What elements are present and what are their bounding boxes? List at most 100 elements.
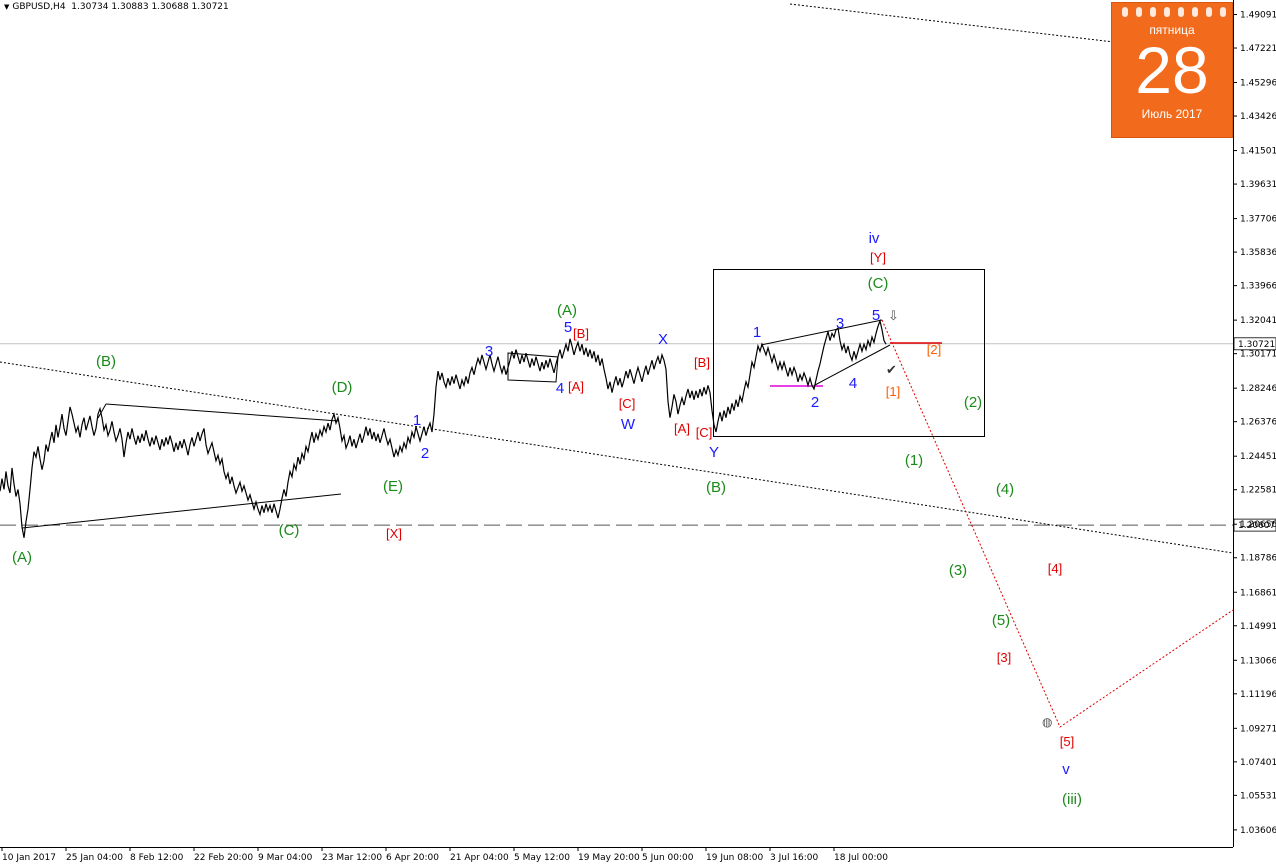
y-tick-label: 1.16861	[1240, 588, 1276, 598]
wave-label: [5]	[1060, 734, 1074, 749]
y-tick-label: 1.07401	[1240, 758, 1276, 768]
y-tick-label: 1.35836	[1240, 248, 1276, 258]
check-icon: ✔	[886, 362, 897, 377]
y-tick-label: 1.33966	[1240, 282, 1276, 292]
y-tick-label: 1.43426	[1240, 112, 1276, 122]
wave-label: [B]	[694, 355, 710, 370]
wave-label: (3)	[949, 562, 967, 579]
wave-label: (C)	[279, 522, 300, 539]
wave-label: (A)	[12, 549, 32, 566]
wave-label: 4	[849, 375, 857, 392]
x-tick-label: 19 May 20:00	[578, 853, 640, 863]
arrow-down-icon: ⇩	[888, 308, 899, 323]
chart-header: ▼ GBPUSD,H4 1.30734 1.30883 1.30688 1.307…	[4, 2, 229, 12]
y-tick-label: 1.18786	[1240, 554, 1276, 564]
y-tick-label: 1.37706	[1240, 215, 1276, 225]
wave-label: (1)	[905, 452, 923, 469]
x-tick-label: 25 Jan 04:00	[66, 853, 123, 863]
trendline-dotted-lower	[0, 361, 1234, 554]
calendar-month-year: Июль 2017	[1141, 107, 1203, 121]
y-tick-label: 1.03606	[1240, 826, 1276, 836]
triangle-upper-line	[105, 403, 339, 422]
calendar-date: 28	[1135, 33, 1209, 107]
wave-label: [1]	[886, 384, 900, 399]
ohlc-values: 1.30734 1.30883 1.30688 1.30721	[71, 2, 229, 12]
x-tick-label: 5 May 12:00	[514, 853, 570, 863]
wave-label: 5	[564, 319, 572, 336]
wave-label: 3	[836, 315, 844, 332]
wave-label: (4)	[996, 481, 1014, 498]
symbol-label: GBPUSD,H4	[12, 2, 66, 12]
y-tick-label: 1.09271	[1240, 724, 1276, 734]
wave-label: [A]	[674, 421, 690, 436]
price-level-label: 1.30721	[1238, 340, 1275, 350]
y-tick-label: 1.14991	[1240, 622, 1276, 632]
wave-label: [C]	[619, 396, 636, 411]
y-tick-label: 1.28246	[1240, 384, 1276, 394]
wave-label: (E)	[383, 478, 403, 495]
wave-label: (2)	[964, 394, 982, 411]
y-tick-label: 1.49091	[1240, 11, 1276, 21]
wave-label: 3	[485, 343, 493, 360]
wave-label: (D)	[332, 379, 353, 396]
x-tick-label: 21 Apr 04:00	[450, 853, 509, 863]
x-tick-label: 22 Feb 20:00	[194, 853, 253, 863]
y-tick-label: 1.41501	[1240, 147, 1276, 157]
y-tick-label: 1.32041	[1240, 316, 1276, 326]
calendar-rings	[1112, 3, 1232, 17]
x-tick-label: 10 Jan 2017	[2, 853, 56, 863]
wave-label: X	[658, 331, 668, 348]
wave-label: 1	[753, 324, 761, 341]
wave-label: [2]	[927, 342, 941, 357]
wave-label: (A)	[557, 302, 577, 319]
x-tick-label: 9 Mar 04:00	[258, 853, 313, 863]
wave-label: 1	[413, 412, 421, 429]
y-tick-label: 1.39631	[1240, 180, 1276, 190]
x-tick-label: 5 Jun 00:00	[642, 853, 694, 863]
x-tick-label: 19 Jun 08:00	[706, 853, 763, 863]
price-chart[interactable]: 1.307211.20607 ⇩ ✔ ◍ (A)(B)(C)(D)(E)[X]1…	[0, 0, 1276, 868]
wave-label: 4	[556, 380, 564, 397]
wave-label: (5)	[992, 612, 1010, 629]
calendar-widget: пятница 28 Июль 2017	[1111, 2, 1233, 138]
small-rectangle	[507, 352, 559, 383]
y-tick-label: 1.22581	[1240, 486, 1276, 496]
y-tick-label: 1.13066	[1240, 656, 1276, 666]
dropdown-triangle-icon[interactable]: ▼	[4, 3, 9, 11]
x-tick-label: 3 Jul 16:00	[770, 853, 819, 863]
x-axis-ticks: 10 Jan 2017 25 Jan 04:00 8 Feb 12:00 22 Feb…	[1, 847, 888, 863]
wave-label: iv	[869, 230, 880, 247]
wave-label: 2	[421, 445, 429, 462]
wave-label: [B]	[573, 326, 589, 341]
wave-label: W	[621, 416, 636, 433]
x-tick-label: 18 Jul 00:00	[834, 853, 888, 863]
y-tick-label: 1.45296	[1240, 79, 1276, 89]
wave-label: 5	[872, 307, 880, 324]
y-tick-label: 1.47221	[1240, 44, 1276, 54]
projection-path	[881, 319, 1234, 728]
wave-label: v	[1062, 761, 1070, 778]
trend-lines-layer: ⇩ ✔ ◍	[0, 3, 1234, 729]
wave-label: [3]	[997, 650, 1011, 665]
y-tick-label: 1.11196	[1240, 690, 1276, 700]
y-tick-label: 1.05531	[1240, 791, 1276, 801]
wave-label: [X]	[386, 526, 402, 541]
x-tick-label: 8 Feb 12:00	[130, 853, 184, 863]
globe-icon: ◍	[1042, 715, 1052, 729]
wave-label: (C)	[868, 275, 889, 292]
y-tick-label: 1.24451	[1240, 452, 1276, 462]
wave-label: [4]	[1048, 561, 1062, 576]
wedge-upper-line	[760, 319, 883, 346]
wave-label: 2	[811, 394, 819, 411]
x-tick-label: 23 Mar 12:00	[322, 853, 382, 863]
wave-label: [Y]	[870, 250, 886, 265]
wave-label: Y	[709, 444, 719, 461]
wave-label: (B)	[706, 479, 726, 496]
wave-labels-layer: (A)(B)(C)(D)(E)[X]1234 [A](A)5 [B][C]WX[B]…	[12, 230, 1082, 808]
x-tick-label: 6 Apr 20:00	[386, 853, 439, 863]
wave-label: (B)	[96, 353, 116, 370]
y-tick-label: 1.20656	[1240, 520, 1276, 530]
wave-label: (iii)	[1062, 791, 1082, 808]
y-tick-label: 1.26376	[1240, 418, 1276, 428]
price-series-line	[0, 318, 887, 538]
